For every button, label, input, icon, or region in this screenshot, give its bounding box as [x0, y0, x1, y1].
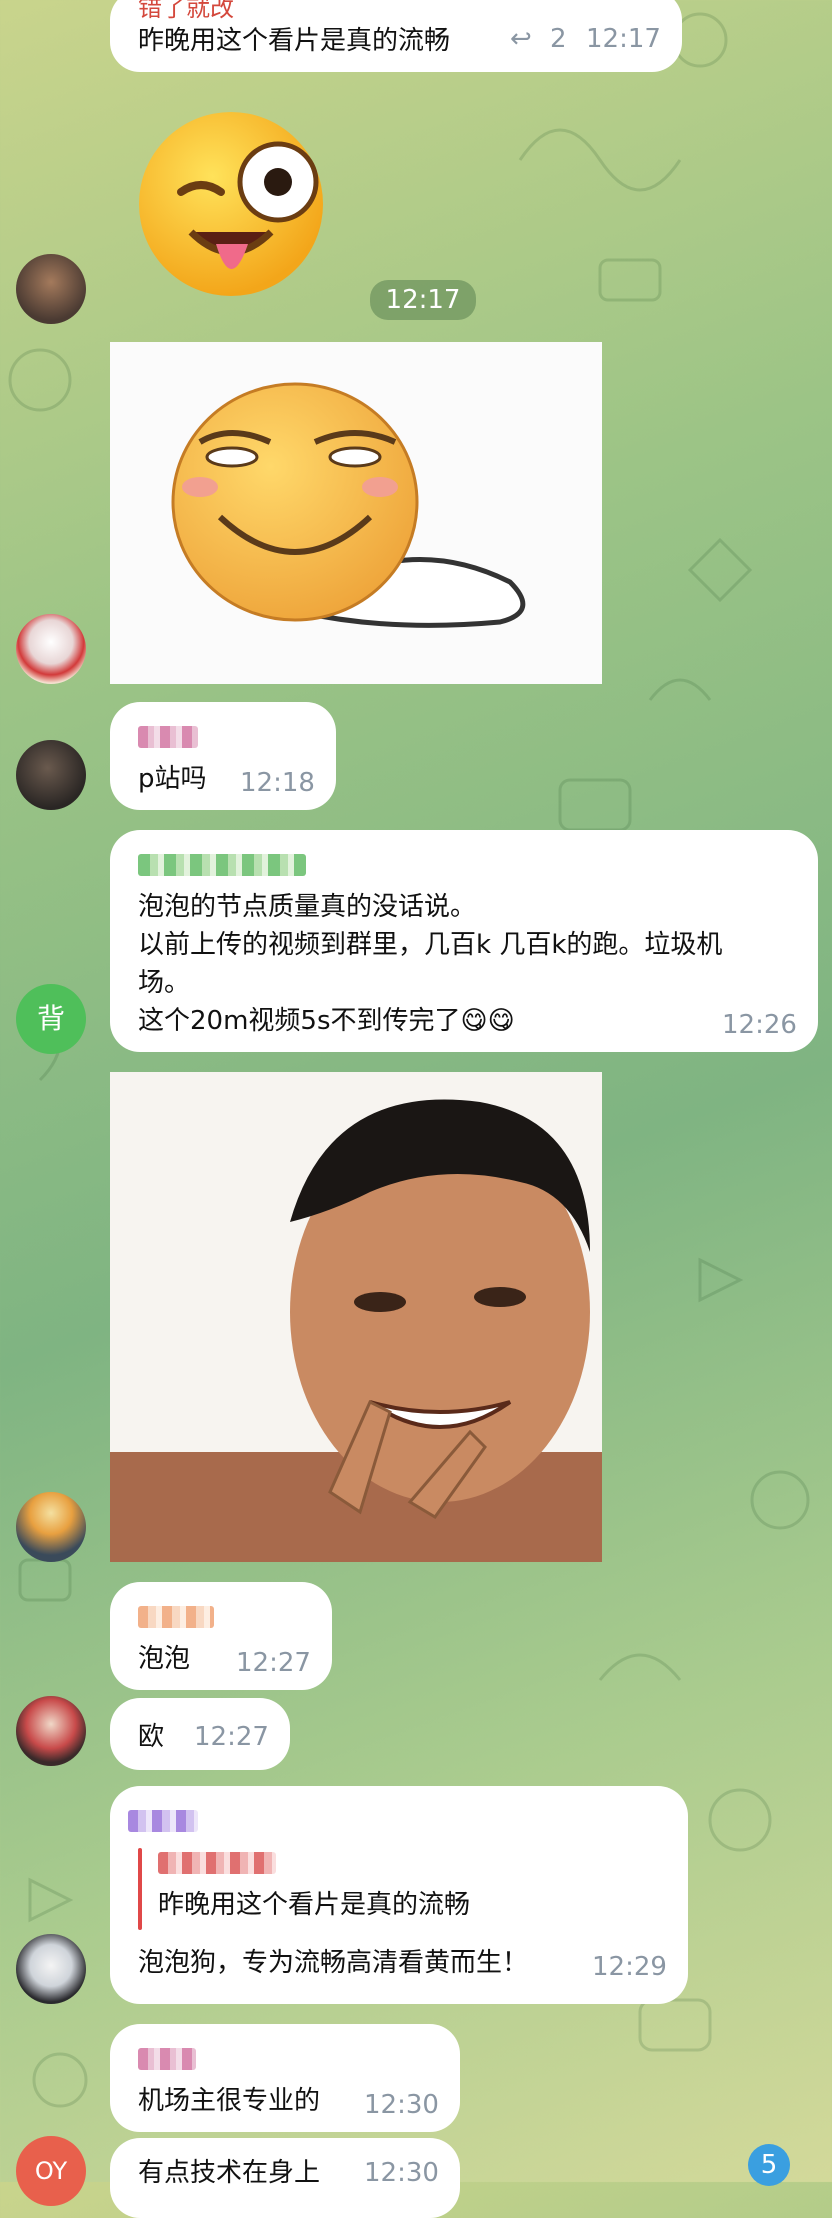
message-time: 12:29: [592, 1952, 667, 1982]
avatar-user-6[interactable]: [16, 1696, 86, 1766]
message-text: 有点技术在身上: [138, 2158, 321, 2188]
message-line-3: 场。: [138, 968, 191, 998]
message-line-1: 泡泡的节点质量真的没话说。: [138, 892, 477, 922]
message-bubble-m7[interactable]: 机场主很专业的 12:30: [110, 2024, 460, 2132]
message-bubble-m5[interactable]: 欧 12:27: [110, 1698, 290, 1770]
message-line-4: 这个20m视频5s不到传完了😋😋: [138, 1006, 515, 1036]
reply-quote-bar: [138, 1848, 142, 1930]
sender-name-blurred: [138, 2048, 196, 2070]
message-time: 12:27: [236, 1648, 311, 1678]
message-text: p站吗: [138, 764, 207, 794]
reply-arrow-icon[interactable]: ↩: [510, 24, 532, 54]
message-bubble-m3[interactable]: 泡泡的节点质量真的没话说。 以前上传的视频到群里，几百k 几百k的跑。垃圾机 场…: [110, 830, 818, 1052]
sender-name-blurred: [138, 854, 306, 876]
image-meme-photo[interactable]: [110, 1072, 602, 1562]
image-smirk-emoji[interactable]: [110, 342, 602, 684]
avatar-letter: 背: [36, 1002, 65, 1035]
message-time: 12:27: [194, 1722, 269, 1752]
sender-name-blurred: [138, 1606, 214, 1628]
sticker-wink-emoji[interactable]: [136, 104, 336, 304]
message-time: 12:30: [364, 2090, 439, 2120]
message-line-2: 以前上传的视频到群里，几百k 几百k的跑。垃圾机: [138, 930, 723, 960]
avatar-user-2[interactable]: [16, 614, 86, 684]
avatar-user-5[interactable]: [16, 1492, 86, 1562]
message-text: 泡泡: [138, 1644, 191, 1674]
message-bubble-m8[interactable]: 有点技术在身上 12:30: [110, 2138, 460, 2218]
message-bubble-m2[interactable]: p站吗 12:18: [110, 702, 336, 810]
message-time: 12:17: [586, 24, 661, 54]
reply-count: 2: [550, 24, 567, 54]
smirk-emoji-icon: [171, 382, 526, 628]
message-text: 昨晚用这个看片是真的流畅: [138, 26, 451, 56]
message-text: 机场主很专业的: [138, 2086, 321, 2116]
avatar-user-8[interactable]: OY: [16, 2136, 86, 2206]
unread-count-badge[interactable]: 5: [748, 2144, 790, 2186]
sender-name-blurred: [128, 1810, 198, 1832]
meme-photo-image: [110, 1099, 602, 1562]
wink-emoji-icon: [139, 112, 323, 296]
avatar-user-4[interactable]: 背: [16, 984, 86, 1054]
avatar-user-1[interactable]: [16, 254, 86, 324]
message-text: 泡泡狗，专为流畅高清看黄而生！: [138, 1948, 529, 1978]
quoted-text[interactable]: 昨晚用这个看片是真的流畅: [158, 1884, 470, 1921]
avatar-letter: OY: [34, 2157, 68, 2185]
message-bubble-m1[interactable]: 错了就改 昨晚用这个看片是真的流畅 ↩ 2 12:17: [110, 0, 682, 72]
avatar-user-7[interactable]: [16, 1934, 86, 2004]
message-time: 12:30: [364, 2158, 439, 2188]
avatar-user-3[interactable]: [16, 740, 86, 810]
message-time: 12:18: [240, 768, 315, 798]
message-text: 欧: [138, 1722, 165, 1752]
message-bubble-m6[interactable]: 昨晚用这个看片是真的流畅 泡泡狗，专为流畅高清看黄而生！ 12:29: [110, 1786, 688, 2004]
quoted-sender-blurred[interactable]: [158, 1852, 276, 1874]
message-time: 12:26: [722, 1010, 797, 1040]
message-bubble-m4[interactable]: 泡泡 12:27: [110, 1582, 332, 1690]
sticker-time-pill: 12:17: [370, 280, 476, 320]
sender-name-blurred: [138, 726, 198, 748]
